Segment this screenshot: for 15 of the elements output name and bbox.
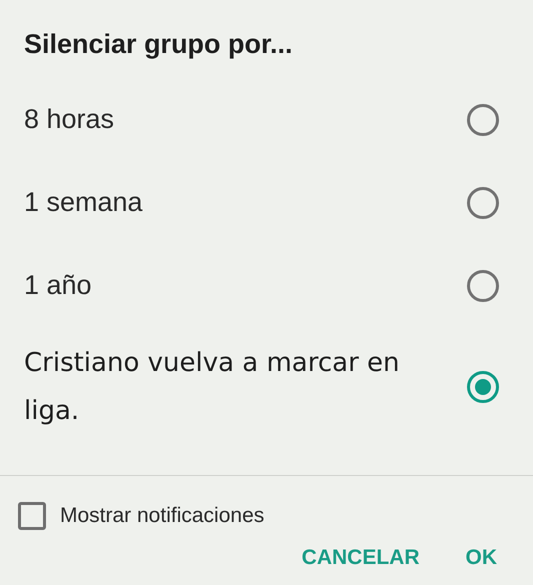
radio-button[interactable]	[467, 270, 499, 302]
radio-button[interactable]	[467, 186, 499, 218]
checkbox-label: Mostrar notificaciones	[60, 503, 264, 529]
checkbox[interactable]	[18, 502, 46, 530]
option-label: Cristiano vuelva a marcar en liga.	[24, 347, 401, 428]
option-label: 1 año	[24, 269, 92, 302]
option-label: 8 horas	[24, 103, 114, 136]
dialog-title: Silenciar grupo por...	[24, 29, 293, 59]
radio-option[interactable]: 1 semana	[0, 161, 533, 244]
radio-option[interactable]: 8 horas	[0, 78, 533, 161]
radio-button[interactable]	[467, 104, 499, 136]
option-label: 1 semana	[24, 186, 143, 220]
radio-option[interactable]: Cristiano vuelva a marcar en liga.	[0, 327, 533, 447]
radio-option[interactable]: 1 año	[0, 244, 533, 327]
radio-button[interactable]	[467, 371, 499, 403]
